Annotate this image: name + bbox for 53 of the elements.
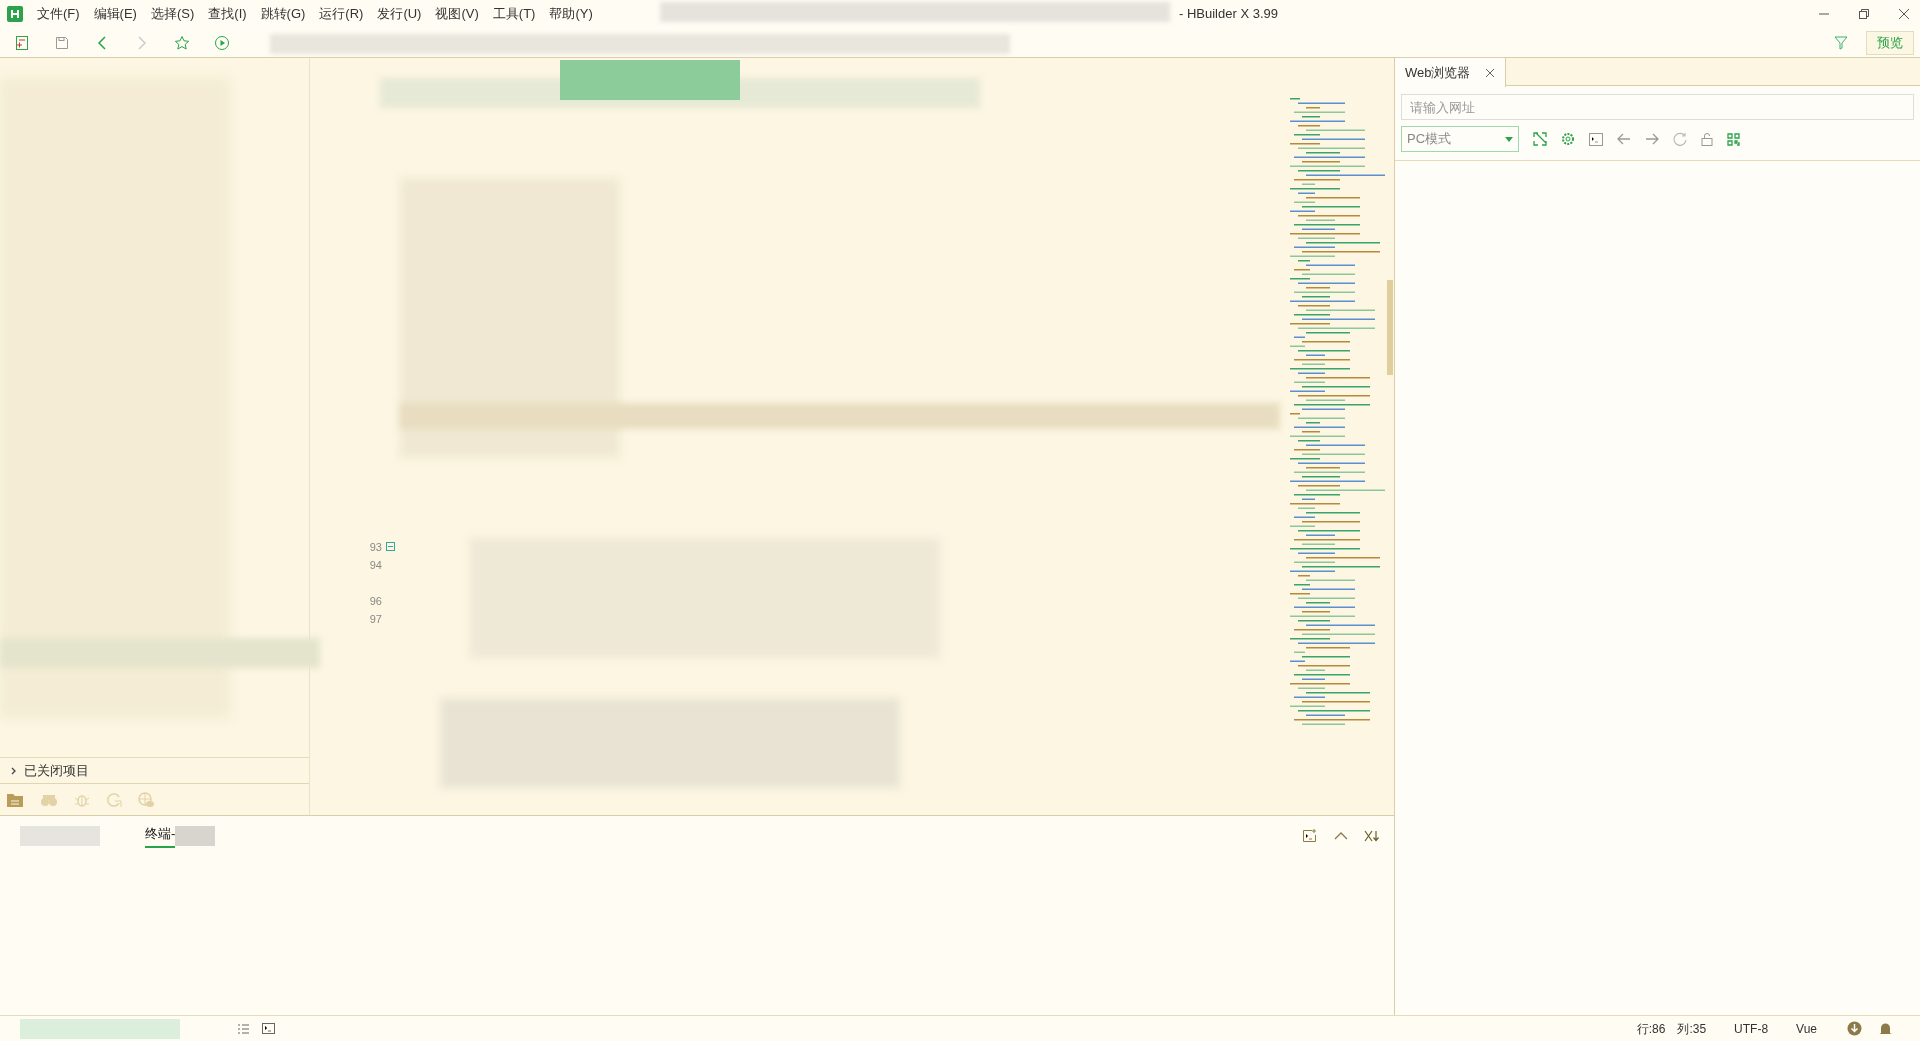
closed-projects-label[interactable]: 已关闭项目 (24, 760, 89, 781)
terminal-icon[interactable] (262, 1023, 275, 1034)
qr-code-icon[interactable] (1727, 132, 1740, 146)
restore-icon[interactable] (1858, 8, 1870, 20)
save-icon[interactable] (54, 34, 70, 51)
menu-item[interactable]: 文件(F) (37, 4, 80, 24)
filter-icon[interactable] (1834, 35, 1848, 50)
reload-icon[interactable] (1673, 132, 1687, 146)
folder-icon[interactable] (6, 791, 24, 808)
settings-icon[interactable] (1561, 132, 1575, 146)
window-title: - HBuilder X 3.99 (1179, 5, 1278, 24)
line-number: 96 (369, 593, 382, 609)
line-number: 93 (369, 539, 382, 555)
close-icon[interactable] (1898, 8, 1910, 20)
list-icon[interactable] (237, 1022, 249, 1035)
menu-item[interactable]: 选择(S) (150, 4, 195, 24)
browser-tab[interactable]: Web浏览器 (1395, 58, 1506, 87)
scrollbar-thumb[interactable] (1387, 280, 1393, 375)
fold-icon[interactable] (386, 542, 395, 551)
run-icon[interactable] (214, 34, 230, 51)
menu-item[interactable]: 编辑(E) (93, 4, 137, 24)
menu-item[interactable]: 跳转(G) (260, 4, 306, 24)
unlock-icon[interactable] (1701, 132, 1713, 146)
encoding-label[interactable]: UTF-8 (1734, 1019, 1769, 1038)
bell-icon[interactable] (1879, 1021, 1892, 1036)
clear-scroll-icon[interactable] (1364, 830, 1380, 842)
chevron-up-icon[interactable] (1334, 832, 1348, 840)
chevron-right-icon[interactable] (10, 766, 18, 775)
line-number: 94 (369, 557, 382, 573)
language-label[interactable]: Vue (1796, 1019, 1817, 1038)
app-logo-icon (7, 6, 23, 22)
menu-item[interactable]: 帮助(Y) (549, 4, 593, 24)
download-icon[interactable] (1847, 1021, 1862, 1036)
url-input-field[interactable]: 请输入网址 (1401, 94, 1914, 120)
line-number: 97 (369, 611, 382, 627)
menu-item[interactable]: 工具(T) (492, 4, 536, 24)
menu-item[interactable]: 视图(V) (435, 4, 479, 24)
new-file-icon[interactable] (14, 34, 30, 51)
dropdown-arrow-icon (1505, 136, 1513, 142)
cursor-line[interactable]: 行:86 (1636, 1019, 1666, 1038)
menu-item[interactable]: 运行(R) (319, 4, 364, 24)
menu-item[interactable]: 查找(I) (208, 4, 247, 24)
new-terminal-icon[interactable] (1302, 829, 1318, 843)
expand-icon[interactable] (1533, 132, 1547, 146)
arrow-left-icon[interactable] (1617, 133, 1631, 145)
close-icon[interactable] (1484, 67, 1495, 78)
menu-item[interactable]: 发行(U) (377, 4, 422, 24)
cursor-column[interactable]: 列:35 (1677, 1019, 1707, 1038)
console-icon[interactable] (1589, 132, 1603, 146)
mode-dropdown[interactable]: PC模式 (1401, 126, 1519, 152)
blurred-region (175, 826, 216, 846)
arrow-right-icon[interactable] (1645, 133, 1659, 145)
star-icon[interactable] (174, 34, 190, 51)
